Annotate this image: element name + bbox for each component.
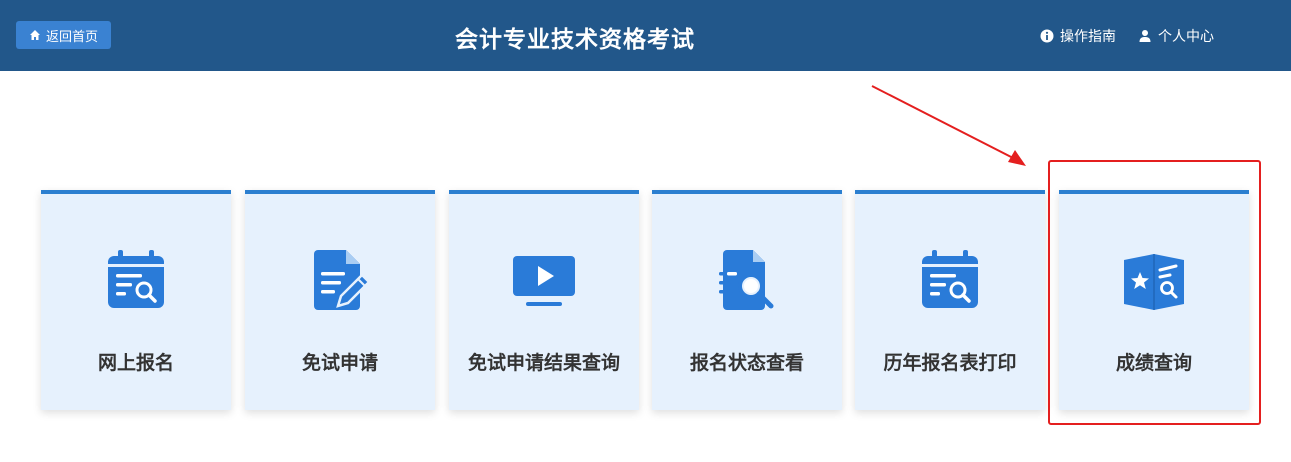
annotation-arrow: [871, 85, 1026, 166]
